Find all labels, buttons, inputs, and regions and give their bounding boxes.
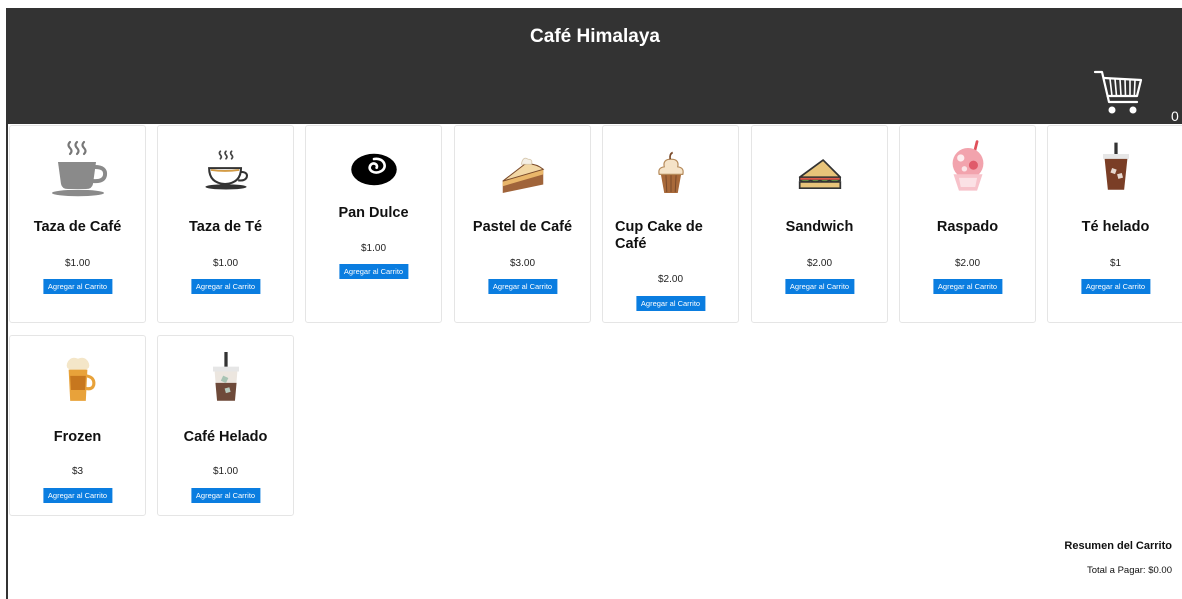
product-name: Té helado bbox=[1081, 219, 1150, 235]
product-price: $1.00 bbox=[212, 258, 239, 269]
product-price: $1.00 bbox=[360, 243, 387, 254]
add-to-cart-button[interactable]: Agregar al Carrito bbox=[487, 279, 558, 294]
product-price: $3.00 bbox=[509, 258, 536, 269]
product-price: $2.00 bbox=[806, 258, 833, 269]
cart-total: Total a Pagar: $0.00 bbox=[1086, 565, 1172, 576]
iced-tea-icon bbox=[1102, 142, 1129, 190]
cart-summary-title: Resumen del Carrito bbox=[1064, 540, 1172, 552]
cake-slice-icon bbox=[501, 157, 544, 193]
product-price: $2.00 bbox=[954, 258, 981, 269]
add-to-cart-button[interactable]: Agregar al Carrito bbox=[784, 279, 855, 294]
tea-cup-icon bbox=[204, 150, 248, 190]
add-to-cart-button[interactable]: Agregar al Carrito bbox=[932, 279, 1003, 294]
product-card: Taza de Café $1.00 Agregar al Carrito bbox=[9, 125, 146, 323]
product-price: $2.00 bbox=[657, 274, 684, 285]
cart-count: 0 bbox=[1171, 108, 1179, 124]
add-to-cart-button[interactable]: Agregar al Carrito bbox=[190, 488, 261, 503]
cinnamon-roll-icon bbox=[350, 153, 397, 186]
add-to-cart-button[interactable]: Agregar al Carrito bbox=[42, 279, 113, 294]
product-card: Frozen $3 Agregar al Carrito bbox=[9, 335, 146, 516]
product-card: Taza de Té $1.00 Agregar al Carrito bbox=[157, 125, 294, 323]
cupcake-icon bbox=[657, 151, 684, 193]
add-to-cart-button[interactable]: Agregar al Carrito bbox=[338, 264, 409, 279]
product-card: Té helado $1 Agregar al Carrito bbox=[1047, 125, 1182, 323]
product-name: Café Helado bbox=[183, 429, 268, 445]
sandwich-icon bbox=[798, 159, 841, 190]
product-price: $3 bbox=[71, 466, 84, 477]
coffee-cup-icon bbox=[51, 140, 107, 197]
product-card: Sandwich $2.00 Agregar al Carrito bbox=[751, 125, 888, 323]
product-price: $1 bbox=[1109, 258, 1122, 269]
add-to-cart-button[interactable]: Agregar al Carrito bbox=[190, 279, 261, 294]
add-to-cart-button[interactable]: Agregar al Carrito bbox=[1080, 279, 1151, 294]
store-header: Café Himalaya 0 bbox=[8, 8, 1182, 124]
product-name: Sandwich bbox=[785, 219, 854, 235]
product-card: Cup Cake de Café $2.00 Agregar al Carrit… bbox=[602, 125, 739, 323]
add-to-cart-button[interactable]: Agregar al Carrito bbox=[635, 296, 706, 311]
product-name: Pastel de Café bbox=[472, 219, 573, 235]
product-price: $1.00 bbox=[212, 466, 239, 477]
iced-coffee-icon bbox=[212, 352, 239, 401]
product-name: Raspado bbox=[936, 219, 999, 235]
store-title: Café Himalaya bbox=[530, 26, 660, 47]
shaved-ice-icon bbox=[952, 140, 983, 191]
product-card: Raspado $2.00 Agregar al Carrito bbox=[899, 125, 1036, 323]
add-to-cart-button[interactable]: Agregar al Carrito bbox=[42, 488, 113, 503]
product-name: Taza de Café bbox=[33, 219, 122, 235]
product-name: Taza de Té bbox=[188, 219, 263, 235]
product-price: $1.00 bbox=[64, 258, 91, 269]
product-card: Café Helado $1.00 Agregar al Carrito bbox=[157, 335, 294, 516]
product-card: Pastel de Café $3.00 Agregar al Carrito bbox=[454, 125, 591, 323]
frozen-drink-icon bbox=[66, 357, 95, 401]
product-card: Pan Dulce $1.00 Agregar al Carrito bbox=[305, 125, 442, 323]
product-name: Frozen bbox=[53, 429, 102, 445]
store-page: Café Himalaya 0 Taza de Café $1.00 Agreg… bbox=[0, 0, 1182, 599]
shopping-cart-icon[interactable] bbox=[1093, 68, 1145, 118]
product-name: Cup Cake de Café bbox=[615, 219, 703, 252]
product-name: Pan Dulce bbox=[338, 205, 409, 221]
